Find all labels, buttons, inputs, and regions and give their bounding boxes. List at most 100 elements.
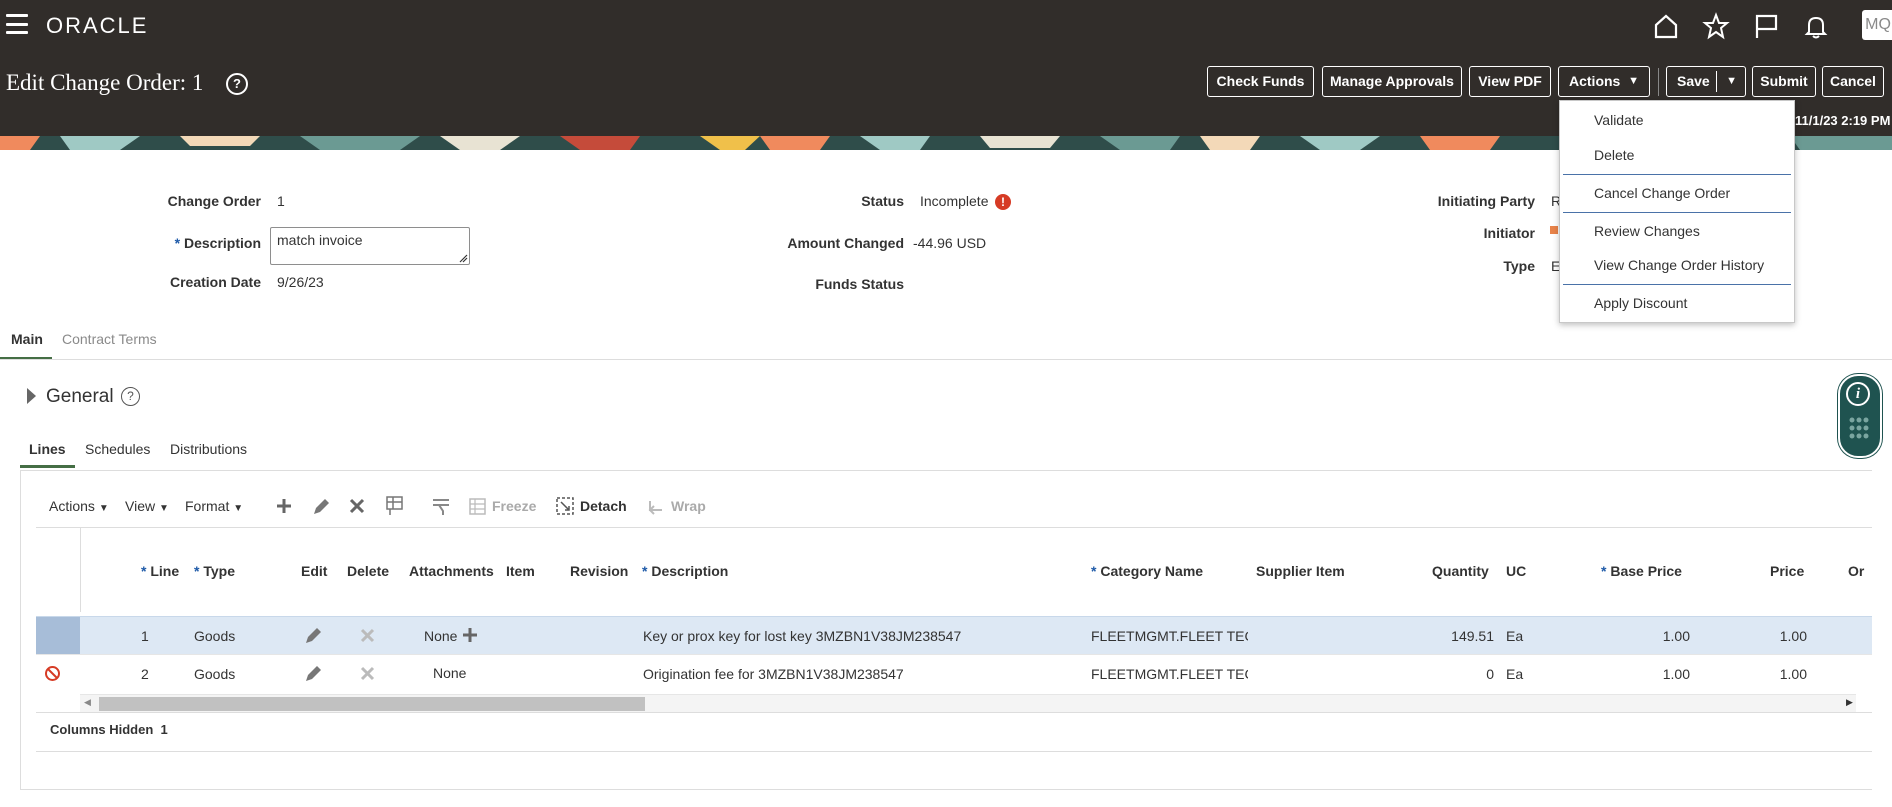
menu-item-review-changes[interactable]: Review Changes	[1594, 223, 1700, 239]
split-line-icon[interactable]	[384, 495, 404, 517]
chevron-down-icon: ▼	[1628, 75, 1639, 87]
tab-main[interactable]: Main	[11, 331, 43, 347]
info-icon[interactable]: i	[1846, 382, 1870, 406]
status-value: Incomplete	[920, 193, 989, 209]
cell-quantity: 149.51	[1451, 628, 1494, 644]
global-header	[0, 0, 1892, 50]
navigator-menu-icon[interactable]	[6, 14, 28, 34]
chevron-down-icon[interactable]: ▼	[1726, 67, 1737, 96]
column-header-description: * Description	[642, 563, 729, 579]
expand-triangle-icon[interactable]	[27, 388, 36, 404]
column-header-type: * Type	[194, 563, 235, 579]
star-icon[interactable]	[1702, 12, 1730, 40]
scrollbar-thumb[interactable]	[99, 697, 645, 711]
menu-item-validate[interactable]: Validate	[1594, 112, 1644, 128]
add-row-icon[interactable]	[275, 497, 293, 515]
home-icon[interactable]	[1652, 12, 1680, 40]
cell-description: Origination fee for 3MZBN1V38JM238547	[643, 666, 904, 682]
wrap-button[interactable]: Wrap	[671, 498, 706, 514]
view-pdf-button[interactable]: View PDF	[1469, 66, 1551, 97]
user-avatar[interactable]: MQ	[1862, 10, 1892, 40]
last-saved-datetime: 11/1/23 2:19 PM	[1795, 113, 1891, 128]
scroll-left-arrow-icon[interactable]: ◀	[84, 697, 91, 708]
cancel-button[interactable]: Cancel	[1822, 66, 1884, 97]
grid-dots-icon[interactable]	[1848, 416, 1870, 442]
manage-approvals-button[interactable]: Manage Approvals	[1322, 66, 1462, 97]
wrap-icon[interactable]	[647, 498, 665, 516]
menu-separator	[1563, 284, 1791, 285]
tab-contract-terms[interactable]: Contract Terms	[62, 331, 157, 347]
panel-bottom-divider	[36, 751, 1872, 752]
table-actions-menu[interactable]: Actions ▼	[49, 498, 109, 514]
detach-icon[interactable]	[556, 497, 574, 515]
edit-icon[interactable]	[303, 626, 323, 646]
menu-item-delete[interactable]: Delete	[1594, 147, 1634, 163]
table-footer-divider	[36, 712, 1872, 713]
chevron-down-icon: ▼	[233, 503, 244, 514]
detach-button[interactable]: Detach	[580, 498, 627, 514]
general-section-title[interactable]: General	[46, 386, 114, 408]
creation-date-value: 9/26/23	[277, 274, 324, 290]
query-by-example-icon[interactable]	[431, 497, 451, 517]
help-icon[interactable]: ?	[226, 73, 248, 95]
menu-item-cancel-change-order[interactable]: Cancel Change Order	[1594, 185, 1730, 201]
row-selector[interactable]	[36, 617, 80, 654]
amount-changed-currency: USD	[956, 235, 987, 251]
column-header-price: Price	[1770, 563, 1805, 579]
resize-handle-icon[interactable]	[459, 254, 468, 263]
save-button-label: Save	[1677, 73, 1710, 89]
add-attachment-icon[interactable]	[462, 627, 478, 643]
cell-type: Goods	[194, 628, 236, 644]
table-view-menu[interactable]: View ▼	[125, 498, 169, 514]
row-header-divider	[80, 528, 81, 612]
row-divider	[36, 654, 1872, 655]
tab-distributions[interactable]: Distributions	[170, 441, 247, 457]
menu-separator	[1563, 174, 1791, 175]
toolbar-divider	[1658, 68, 1659, 96]
cancelled-line-icon	[45, 666, 60, 681]
cell-uom: Ea	[1506, 628, 1524, 644]
freeze-icon[interactable]	[469, 498, 486, 515]
tab-schedules[interactable]: Schedules	[85, 441, 150, 457]
tab-lines[interactable]: Lines	[29, 441, 66, 457]
status-label: Status	[861, 193, 904, 209]
check-funds-button[interactable]: Check Funds	[1207, 66, 1314, 97]
edit-icon[interactable]	[311, 497, 331, 517]
initiating-party-label: Initiating Party	[1437, 193, 1535, 209]
cell-quantity: 0	[1486, 666, 1494, 682]
column-header-category-name: * Category Name	[1091, 563, 1204, 579]
cell-base-price: 1.00	[1662, 666, 1690, 682]
columns-hidden-indicator: Columns Hidden 1	[50, 722, 168, 737]
column-header-attachments: Attachments	[409, 563, 494, 579]
table-format-menu[interactable]: Format ▼	[185, 498, 243, 514]
column-header-quantity: Quantity	[1432, 563, 1489, 579]
help-icon[interactable]: ?	[121, 387, 140, 406]
submit-button[interactable]: Submit	[1752, 66, 1816, 97]
error-icon[interactable]: !	[995, 194, 1011, 210]
cell-description: Key or prox key for lost key 3MZBN1V38JM…	[643, 628, 962, 644]
delete-icon[interactable]	[349, 498, 365, 514]
flag-icon[interactable]	[1752, 12, 1780, 40]
cell-line: 2	[141, 666, 149, 682]
delete-icon[interactable]	[360, 628, 375, 643]
menu-item-apply-discount[interactable]: Apply Discount	[1594, 295, 1687, 311]
freeze-button[interactable]: Freeze	[492, 498, 536, 514]
actions-button[interactable]: Actions ▼	[1558, 66, 1650, 97]
description-field[interactable]: match invoice	[270, 227, 470, 265]
funds-status-label: Funds Status	[815, 276, 904, 292]
edit-icon[interactable]	[303, 664, 323, 684]
amount-changed-value: -44.96	[913, 235, 953, 251]
bell-icon[interactable]	[1802, 12, 1830, 40]
scroll-right-arrow-icon[interactable]: ▶	[1846, 697, 1853, 708]
save-menu-divider	[1716, 71, 1717, 92]
cell-line: 1	[141, 628, 149, 644]
delete-icon[interactable]	[360, 666, 375, 681]
actions-dropdown-menu: Validate Delete Cancel Change Order Revi…	[1559, 100, 1795, 323]
menu-item-view-change-order-history[interactable]: View Change Order History	[1594, 257, 1764, 273]
table-row[interactable]	[80, 617, 1872, 654]
change-order-value: 1	[277, 193, 285, 209]
cell-attachments: None	[433, 665, 467, 681]
actions-button-label: Actions	[1569, 73, 1621, 89]
amount-changed-label: Amount Changed	[787, 235, 904, 251]
save-button[interactable]: Save ▼	[1666, 66, 1746, 97]
